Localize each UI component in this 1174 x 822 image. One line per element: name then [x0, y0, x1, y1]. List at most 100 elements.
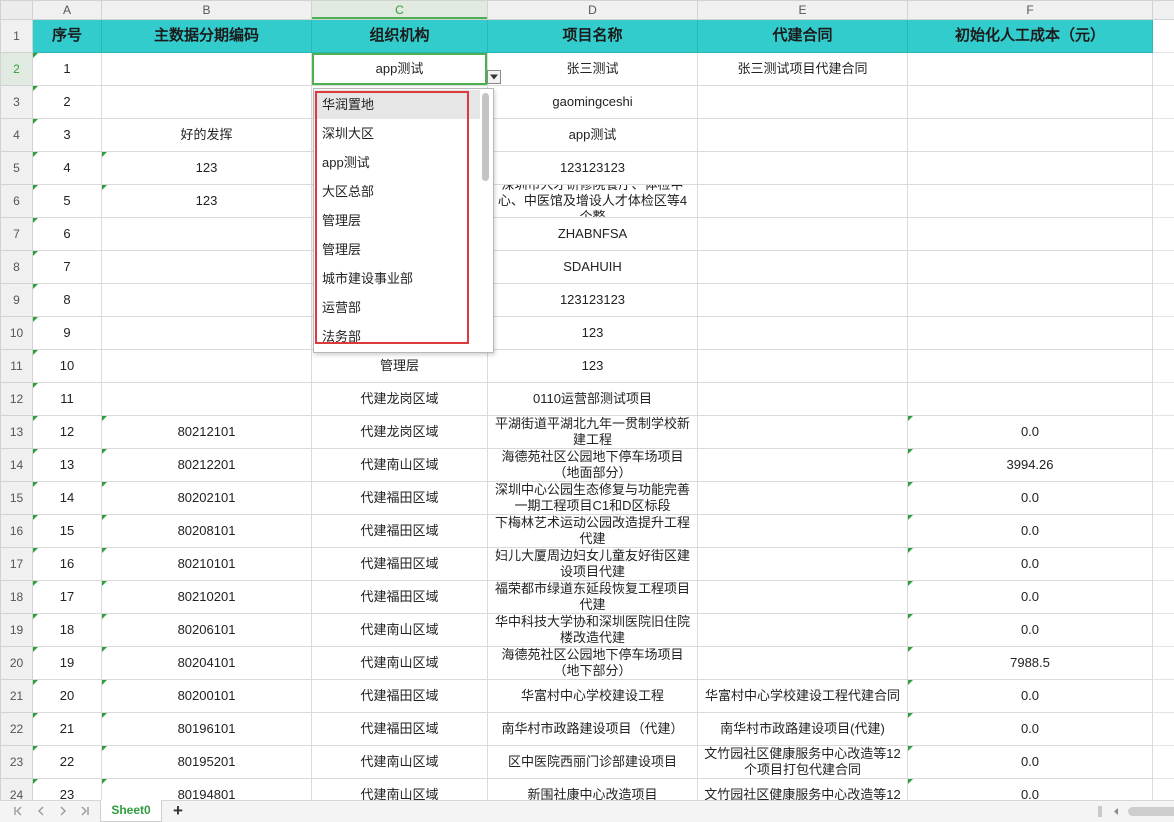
cell-a17[interactable]: 16: [32, 547, 102, 581]
cell-b9[interactable]: [101, 283, 312, 317]
cell-g24[interactable]: [1152, 778, 1174, 800]
cell-e3[interactable]: [697, 85, 908, 119]
cell-g15[interactable]: [1152, 481, 1174, 515]
cell-d18[interactable]: 福荣都市绿道东延段恢复工程项目代建: [487, 580, 698, 614]
cell-g19[interactable]: [1152, 613, 1174, 647]
cell-f23[interactable]: 0.0: [907, 745, 1153, 779]
cell-e15[interactable]: [697, 481, 908, 515]
row-header-1[interactable]: 1: [0, 19, 33, 53]
cell-c14[interactable]: 代建南山区域: [311, 448, 488, 482]
cell-b6[interactable]: 123: [101, 184, 312, 218]
row-header-18[interactable]: 18: [0, 580, 33, 614]
column-title-b[interactable]: 主数据分期编码: [101, 19, 312, 53]
cell-e10[interactable]: [697, 316, 908, 350]
cell-c17[interactable]: 代建福田区域: [311, 547, 488, 581]
row-header-13[interactable]: 13: [0, 415, 33, 449]
cell-b16[interactable]: 80208101: [101, 514, 312, 548]
cell-g16[interactable]: [1152, 514, 1174, 548]
last-sheet-icon[interactable]: [79, 805, 91, 817]
row-header-11[interactable]: 11: [0, 349, 33, 383]
dropdown-scrollbar[interactable]: [481, 91, 490, 350]
cell-f8[interactable]: [907, 250, 1153, 284]
row-header-7[interactable]: 7: [0, 217, 33, 251]
cell-c24[interactable]: 代建南山区域: [311, 778, 488, 800]
cell-f5[interactable]: [907, 151, 1153, 185]
cell-e21[interactable]: 华富村中心学校建设工程代建合同: [697, 679, 908, 713]
cell-f13[interactable]: 0.0: [907, 415, 1153, 449]
cell-f6[interactable]: [907, 184, 1153, 218]
row-header-23[interactable]: 23: [0, 745, 33, 779]
scroll-left-icon[interactable]: [1112, 807, 1121, 816]
sheet-tab-active[interactable]: Sheet0: [100, 800, 162, 822]
cell-d16[interactable]: 下梅林艺术运动公园改造提升工程代建: [487, 514, 698, 548]
dropdown-option[interactable]: 城市建设事业部: [314, 264, 480, 293]
column-title-f[interactable]: 初始化人工成本（元）: [907, 19, 1153, 53]
row-header-20[interactable]: 20: [0, 646, 33, 680]
cell-d9[interactable]: 123123123: [487, 283, 698, 317]
cell-d12[interactable]: 0110运营部测试项目: [487, 382, 698, 416]
next-sheet-icon[interactable]: [57, 805, 69, 817]
cell-f12[interactable]: [907, 382, 1153, 416]
column-header-e[interactable]: E: [697, 0, 908, 20]
cell-e2[interactable]: 张三测试项目代建合同: [697, 52, 908, 86]
dropdown-option[interactable]: 法务部: [314, 322, 480, 351]
cell-a19[interactable]: 18: [32, 613, 102, 647]
cell-e17[interactable]: [697, 547, 908, 581]
cell-g5[interactable]: [1152, 151, 1174, 185]
cell-b8[interactable]: [101, 250, 312, 284]
cell-e23[interactable]: 文竹园社区健康服务中心改造等12个项目打包代建合同: [697, 745, 908, 779]
cell-d21[interactable]: 华富村中心学校建设工程: [487, 679, 698, 713]
horizontal-scrollbar-thumb[interactable]: [1128, 807, 1174, 816]
column-header-g[interactable]: [1152, 0, 1174, 20]
row-header-10[interactable]: 10: [0, 316, 33, 350]
prev-sheet-icon[interactable]: [35, 805, 47, 817]
cell-g10[interactable]: [1152, 316, 1174, 350]
cell-g13[interactable]: [1152, 415, 1174, 449]
cell-g3[interactable]: [1152, 85, 1174, 119]
cell-e11[interactable]: [697, 349, 908, 383]
row-header-5[interactable]: 5: [0, 151, 33, 185]
add-sheet-button[interactable]: +: [171, 801, 185, 822]
dropdown-option[interactable]: 管理层: [314, 235, 480, 264]
cell-g23[interactable]: [1152, 745, 1174, 779]
cell-a6[interactable]: 5: [32, 184, 102, 218]
cell-g8[interactable]: [1152, 250, 1174, 284]
row-header-24[interactable]: 24: [0, 778, 33, 800]
cell-a5[interactable]: 4: [32, 151, 102, 185]
cell-b7[interactable]: [101, 217, 312, 251]
cell-b3[interactable]: [101, 85, 312, 119]
cell-f2[interactable]: [907, 52, 1153, 86]
cell-a8[interactable]: 7: [32, 250, 102, 284]
cell-f19[interactable]: 0.0: [907, 613, 1153, 647]
cell-a9[interactable]: 8: [32, 283, 102, 317]
column-header-b[interactable]: B: [101, 0, 312, 20]
cell-b5[interactable]: 123: [101, 151, 312, 185]
cell-d3[interactable]: gaomingceshi: [487, 85, 698, 119]
cell-g2[interactable]: [1152, 52, 1174, 86]
cell-e6[interactable]: [697, 184, 908, 218]
cell-g12[interactable]: [1152, 382, 1174, 416]
cell-c11[interactable]: 管理层: [311, 349, 488, 383]
cell-b13[interactable]: 80212101: [101, 415, 312, 449]
cell-d5[interactable]: 123123123: [487, 151, 698, 185]
cell-a23[interactable]: 22: [32, 745, 102, 779]
cell-e19[interactable]: [697, 613, 908, 647]
cell-e20[interactable]: [697, 646, 908, 680]
cell-g9[interactable]: [1152, 283, 1174, 317]
cell-a7[interactable]: 6: [32, 217, 102, 251]
cell-d17[interactable]: 妇儿大厦周边妇女儿童友好街区建设项目代建: [487, 547, 698, 581]
cell-d19[interactable]: 华中科技大学协和深圳医院旧住院楼改造代建: [487, 613, 698, 647]
cell-d2[interactable]: 张三测试: [487, 52, 698, 86]
cell-b22[interactable]: 80196101: [101, 712, 312, 746]
cell-a20[interactable]: 19: [32, 646, 102, 680]
cell-a11[interactable]: 10: [32, 349, 102, 383]
cell-a14[interactable]: 13: [32, 448, 102, 482]
column-header-f[interactable]: F: [907, 0, 1153, 20]
cell-g14[interactable]: [1152, 448, 1174, 482]
cell-d6[interactable]: 深圳市人才研修院餐厅、体检中心、中医馆及增设人才体检区等4个整: [487, 184, 698, 218]
cell-b2[interactable]: [101, 52, 312, 86]
row-header-12[interactable]: 12: [0, 382, 33, 416]
cell-e16[interactable]: [697, 514, 908, 548]
cell-b18[interactable]: 80210201: [101, 580, 312, 614]
cell-e14[interactable]: [697, 448, 908, 482]
